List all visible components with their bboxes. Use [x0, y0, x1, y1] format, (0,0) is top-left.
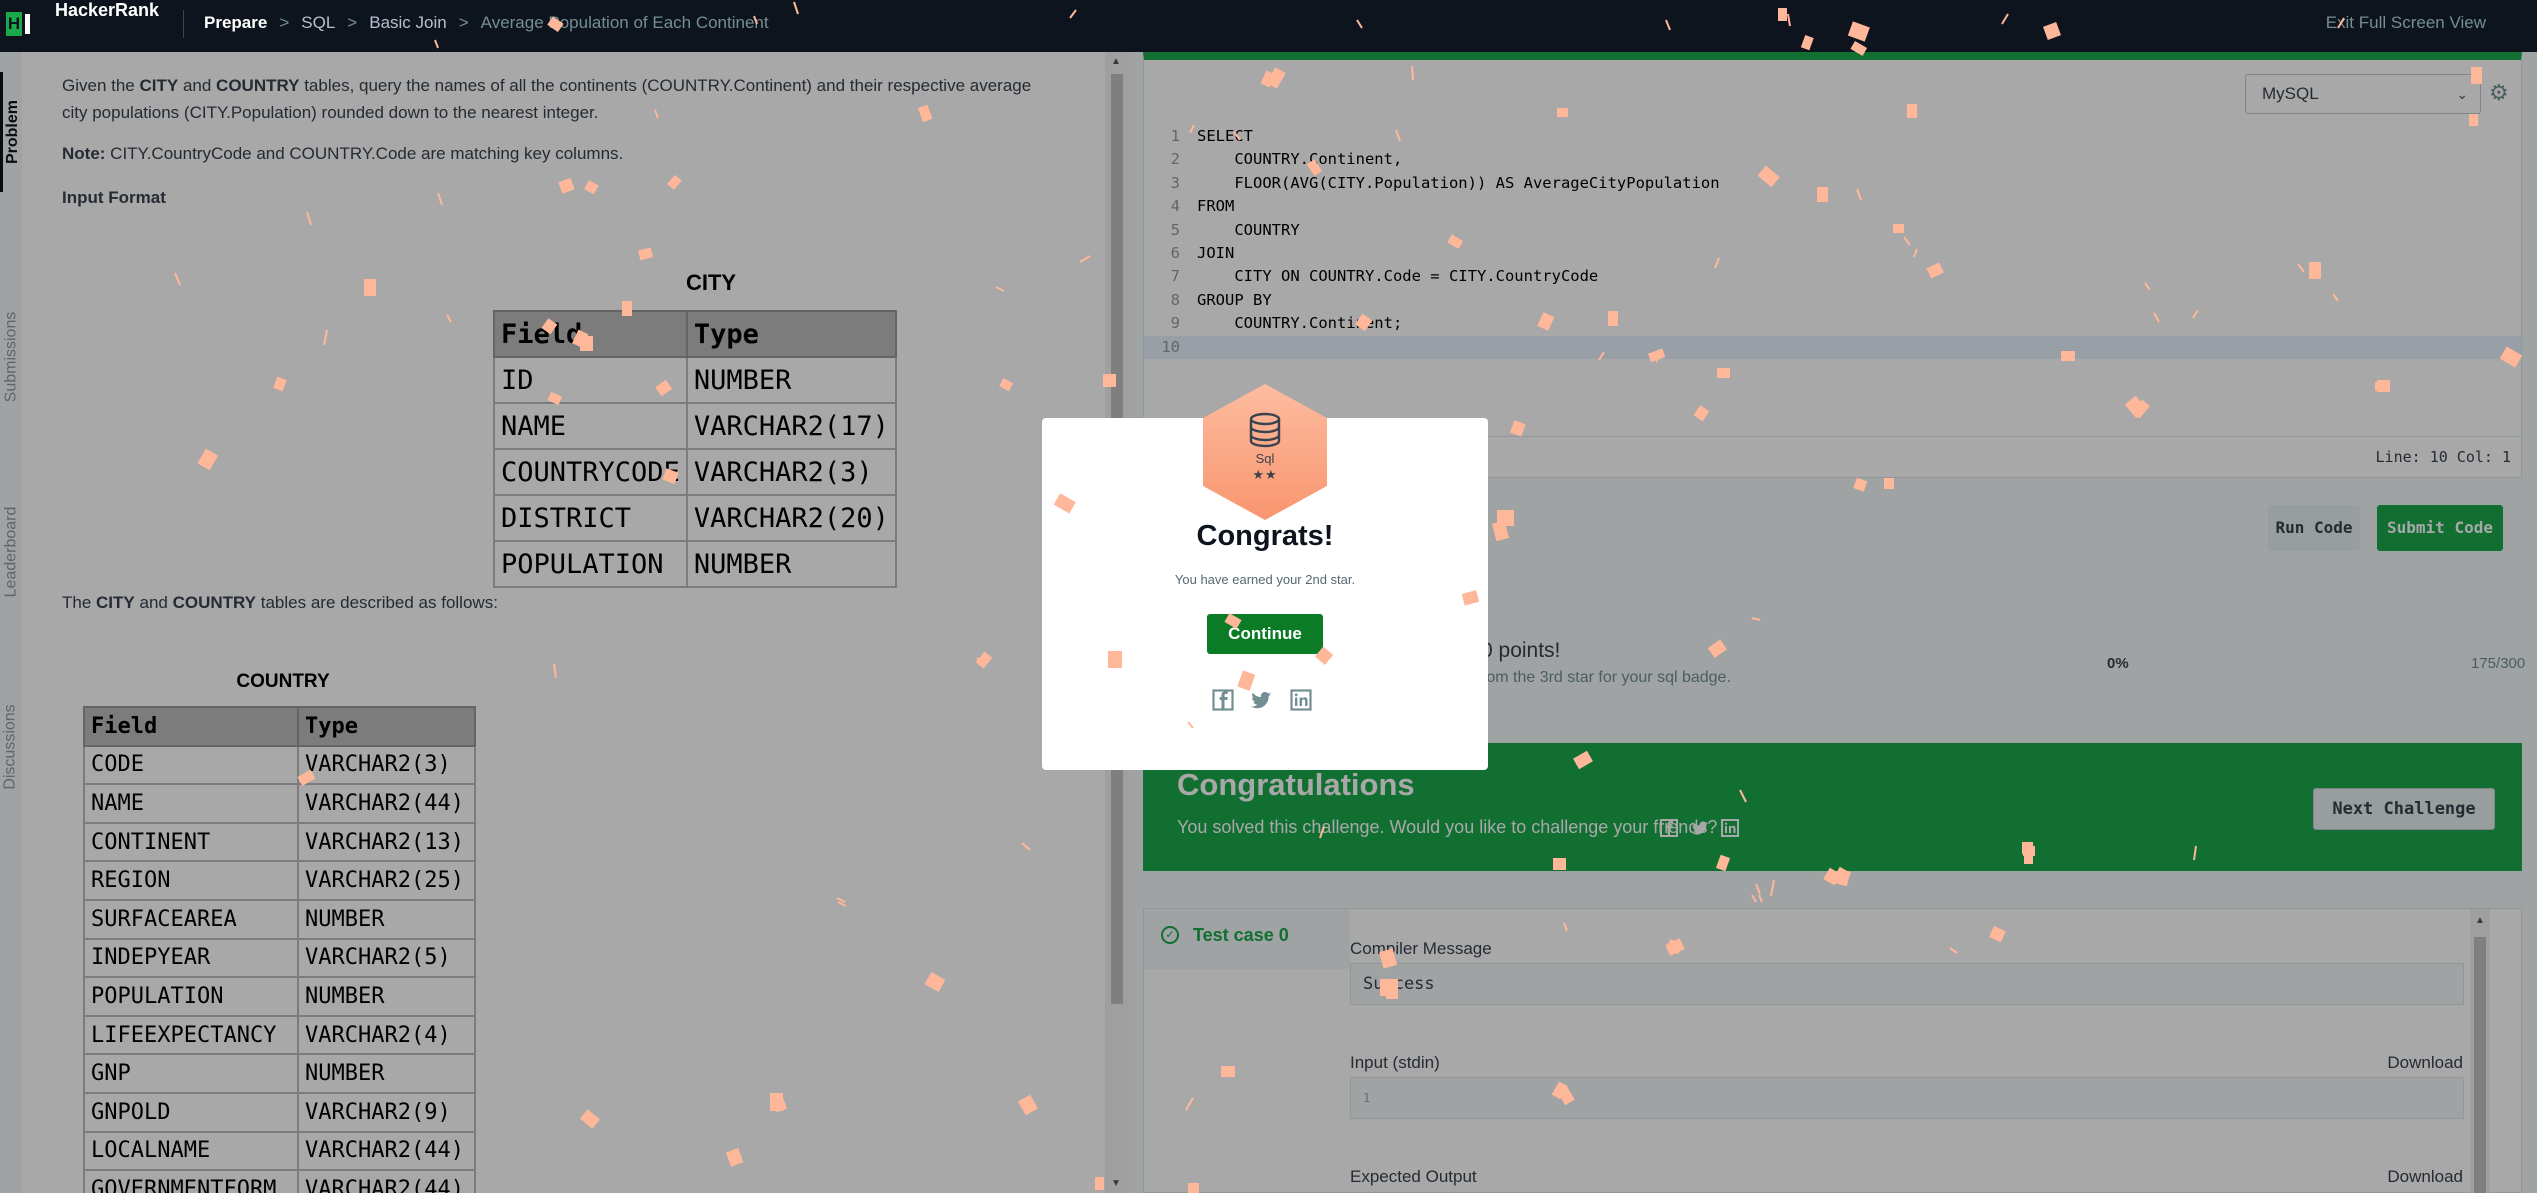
continue-button[interactable]: Continue [1207, 614, 1323, 654]
brand-name[interactable]: HackerRank [55, 0, 159, 52]
breadcrumb-basic-join[interactable]: Basic Join [369, 0, 446, 52]
breadcrumb: Prepare > SQL > Basic Join > Average Pop… [204, 0, 769, 52]
nav-divider [183, 10, 184, 38]
breadcrumb-separator: > [458, 13, 469, 32]
twitter-icon[interactable] [1250, 689, 1272, 711]
breadcrumb-current: Average Population of Each Continent [480, 13, 769, 32]
database-icon [1247, 412, 1283, 448]
exit-fullscreen-link[interactable]: Exit Full Screen View [2326, 0, 2486, 52]
facebook-icon[interactable] [1212, 689, 1234, 711]
sql-badge: Sql ★★ [1203, 384, 1327, 520]
breadcrumb-prepare[interactable]: Prepare [204, 0, 267, 52]
breadcrumb-separator: > [279, 13, 290, 32]
congrats-modal: Sql ★★ Congrats! You have earned your 2n… [1042, 384, 1488, 770]
linkedin-icon[interactable] [1290, 689, 1312, 711]
breadcrumb-separator: > [347, 13, 358, 32]
badge-stars: ★★ [1252, 467, 1278, 482]
hackerrank-logo[interactable]: H [6, 12, 32, 36]
breadcrumb-sql[interactable]: SQL [301, 0, 335, 52]
logo-mark: H [6, 12, 22, 36]
badge-name: Sql [1255, 451, 1275, 466]
modal-title: Congrats! [1196, 520, 1334, 552]
modal-subtitle: You have earned your 2nd star. [1174, 572, 1356, 587]
top-nav: H HackerRank Prepare > SQL > Basic Join … [0, 0, 2537, 52]
logo-bar [25, 14, 30, 34]
